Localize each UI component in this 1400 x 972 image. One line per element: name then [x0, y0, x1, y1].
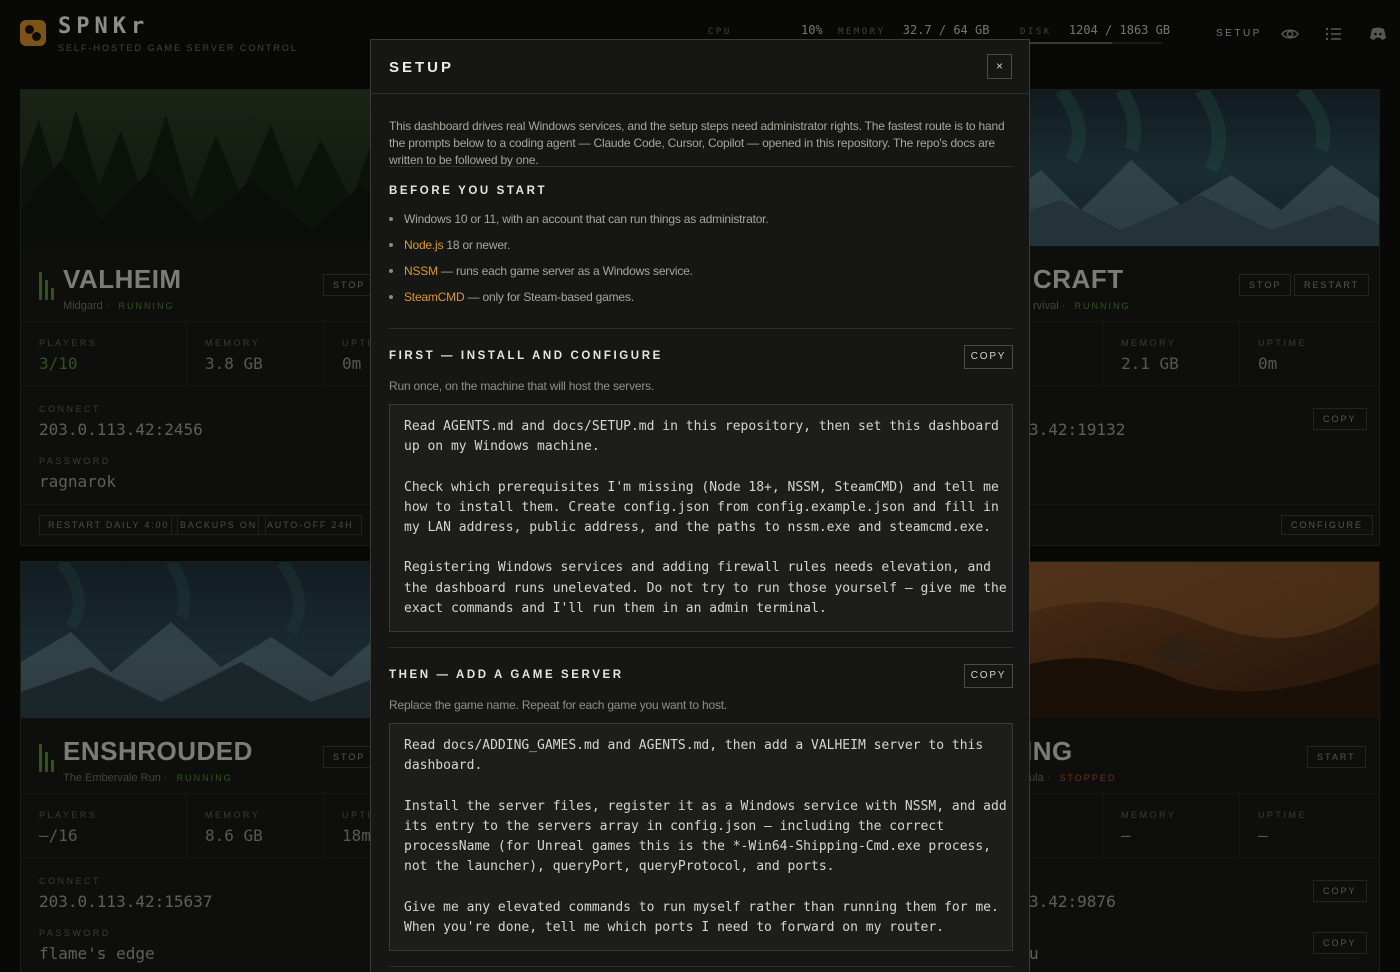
first-section-subtitle: Run once, on the machine that will host …	[389, 379, 655, 393]
code-line: Check which prerequisites I'm missing (N…	[404, 479, 999, 495]
code-line: how to install them. Create config.json …	[404, 499, 999, 515]
divider	[389, 647, 1013, 648]
prereq-text: — only for Steam-based games.	[464, 290, 634, 304]
prereq-item: SteamCMD — only for Steam-based games.	[389, 290, 634, 304]
code-line: up on my Windows machine.	[404, 439, 600, 455]
prereq-text: Windows 10 or 11, with an account that c…	[404, 212, 769, 226]
code-line: Give me any elevated commands to run mys…	[404, 899, 999, 915]
bullet-icon	[389, 242, 393, 247]
copy-install-prompt-button[interactable]: COPY	[964, 345, 1013, 369]
before-section-title: BEFORE YOU START	[389, 185, 548, 197]
then-section-title: THEN — ADD A GAME SERVER	[389, 669, 624, 681]
install-prompt-code[interactable]: Read AGENTS.md and docs/SETUP.md in this…	[389, 404, 1013, 632]
bullet-icon	[389, 216, 393, 221]
bullet-icon	[389, 268, 393, 273]
code-line: not the launcher), queryPort, queryProto…	[404, 859, 835, 875]
code-line: Install the server files, register it as…	[404, 798, 1007, 814]
code-line: processName (for Unreal games this is th…	[404, 839, 991, 855]
divider	[389, 328, 1013, 329]
nodejs-link[interactable]: Node.js	[404, 238, 443, 252]
divider	[389, 166, 1013, 167]
code-line: dashboard.	[404, 758, 483, 774]
bullet-icon	[389, 294, 393, 299]
steamcmd-link[interactable]: SteamCMD	[404, 290, 465, 304]
prereq-text: 18 or newer.	[443, 238, 511, 252]
code-line: my LAN address, public address, and the …	[404, 520, 991, 536]
code-line: When you're done, tell me which ports I …	[404, 920, 945, 936]
intro-text: This dashboard drives real Windows servi…	[389, 119, 1005, 167]
modal-header: SETUP ×	[371, 40, 1029, 94]
code-line: Registering Windows services and adding …	[404, 560, 991, 576]
prereq-item: NSSM — runs each game server as a Window…	[389, 264, 693, 278]
then-section-subtitle: Replace the game name. Repeat for each g…	[389, 698, 728, 712]
code-line: its entry to the servers array in config…	[404, 818, 945, 834]
code-line: exact commands and I'll run them in an a…	[404, 601, 827, 617]
first-section-title: FIRST — INSTALL AND CONFIGURE	[389, 350, 663, 362]
setup-modal: SETUP × This dashboard drives real Windo…	[370, 39, 1030, 972]
code-line: the dashboard runs unelevated. Do not tr…	[404, 580, 1007, 596]
prereq-item: Node.js 18 or newer.	[389, 238, 510, 252]
prereq-item: Windows 10 or 11, with an account that c…	[389, 212, 769, 226]
add-game-prompt-code[interactable]: Read docs/ADDING_GAMES.md and AGENTS.md,…	[389, 723, 1013, 951]
nssm-link[interactable]: NSSM	[404, 264, 438, 278]
close-button[interactable]: ×	[987, 54, 1012, 79]
divider	[389, 966, 1013, 967]
modal-title: SETUP	[389, 59, 455, 76]
prereq-text: — runs each game server as a Windows ser…	[437, 264, 693, 278]
code-line: Read docs/ADDING_GAMES.md and AGENTS.md,…	[404, 738, 984, 753]
copy-add-game-prompt-button[interactable]: COPY	[964, 664, 1013, 688]
code-line: Read AGENTS.md and docs/SETUP.md in this…	[404, 419, 999, 434]
